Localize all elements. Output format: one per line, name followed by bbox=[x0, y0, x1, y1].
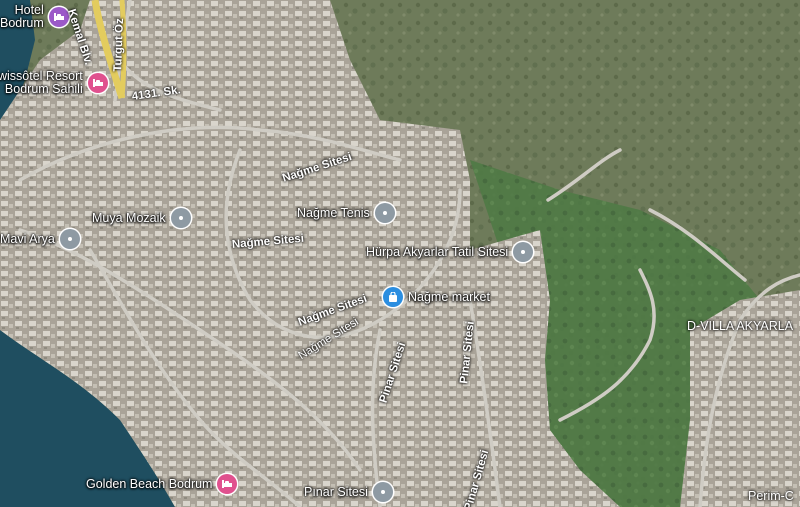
poi-muya-mozaik[interactable]: Muya Mozaik bbox=[92, 208, 191, 228]
area-label: D-VILLA AKYARLA bbox=[687, 319, 794, 333]
poi-hotel-bodrum[interactable]: Hotel Bodrum bbox=[0, 4, 69, 29]
poi-golden-beach[interactable]: Golden Beach Bodrum bbox=[86, 474, 238, 494]
poi-label: Nağme Tenis bbox=[297, 205, 370, 220]
street-label: Turgut Öz bbox=[112, 18, 127, 72]
poi-label: Hürpa Akyarlar Tatil Sitesi bbox=[366, 244, 509, 259]
poi-label: wissôtel Resort Bodrum Sahili bbox=[0, 69, 83, 96]
poi-label: Pınar Sitesi bbox=[304, 484, 368, 499]
place-pin-icon bbox=[374, 203, 395, 223]
poi-label: Muya Mozaik bbox=[92, 210, 166, 225]
poi-nagme-market[interactable]: Nağme market bbox=[383, 287, 490, 307]
hotel-icon bbox=[87, 72, 108, 93]
poi-label: Mavi Arya bbox=[0, 231, 55, 246]
area-label: Perim-C bbox=[748, 489, 794, 503]
poi-nagme-tenis[interactable]: Nağme Tenis bbox=[297, 203, 395, 223]
place-pin-icon bbox=[170, 208, 191, 228]
poi-swissotel[interactable]: wissôtel Resort Bodrum Sahili bbox=[0, 70, 108, 95]
poi-hurpa-akyarlar[interactable]: Hürpa Akyarlar Tatil Sitesi bbox=[366, 242, 534, 262]
poi-mavi-arya[interactable]: Mavi Arya bbox=[0, 229, 80, 249]
place-pin-icon bbox=[59, 229, 80, 249]
shopping-bag-icon bbox=[383, 287, 403, 307]
poi-label: Hotel Bodrum bbox=[0, 3, 44, 30]
poi-pinar-sitesi[interactable]: Pınar Sitesi bbox=[304, 482, 393, 502]
satellite-map[interactable]: Hotel Bodrum wissôtel Resort Bodrum Sahi… bbox=[0, 0, 800, 507]
hotel-icon bbox=[217, 474, 238, 494]
place-pin-icon bbox=[513, 242, 534, 262]
place-pin-icon bbox=[372, 482, 393, 502]
poi-label: Nağme market bbox=[408, 289, 490, 304]
poi-label: Golden Beach Bodrum bbox=[86, 476, 213, 491]
